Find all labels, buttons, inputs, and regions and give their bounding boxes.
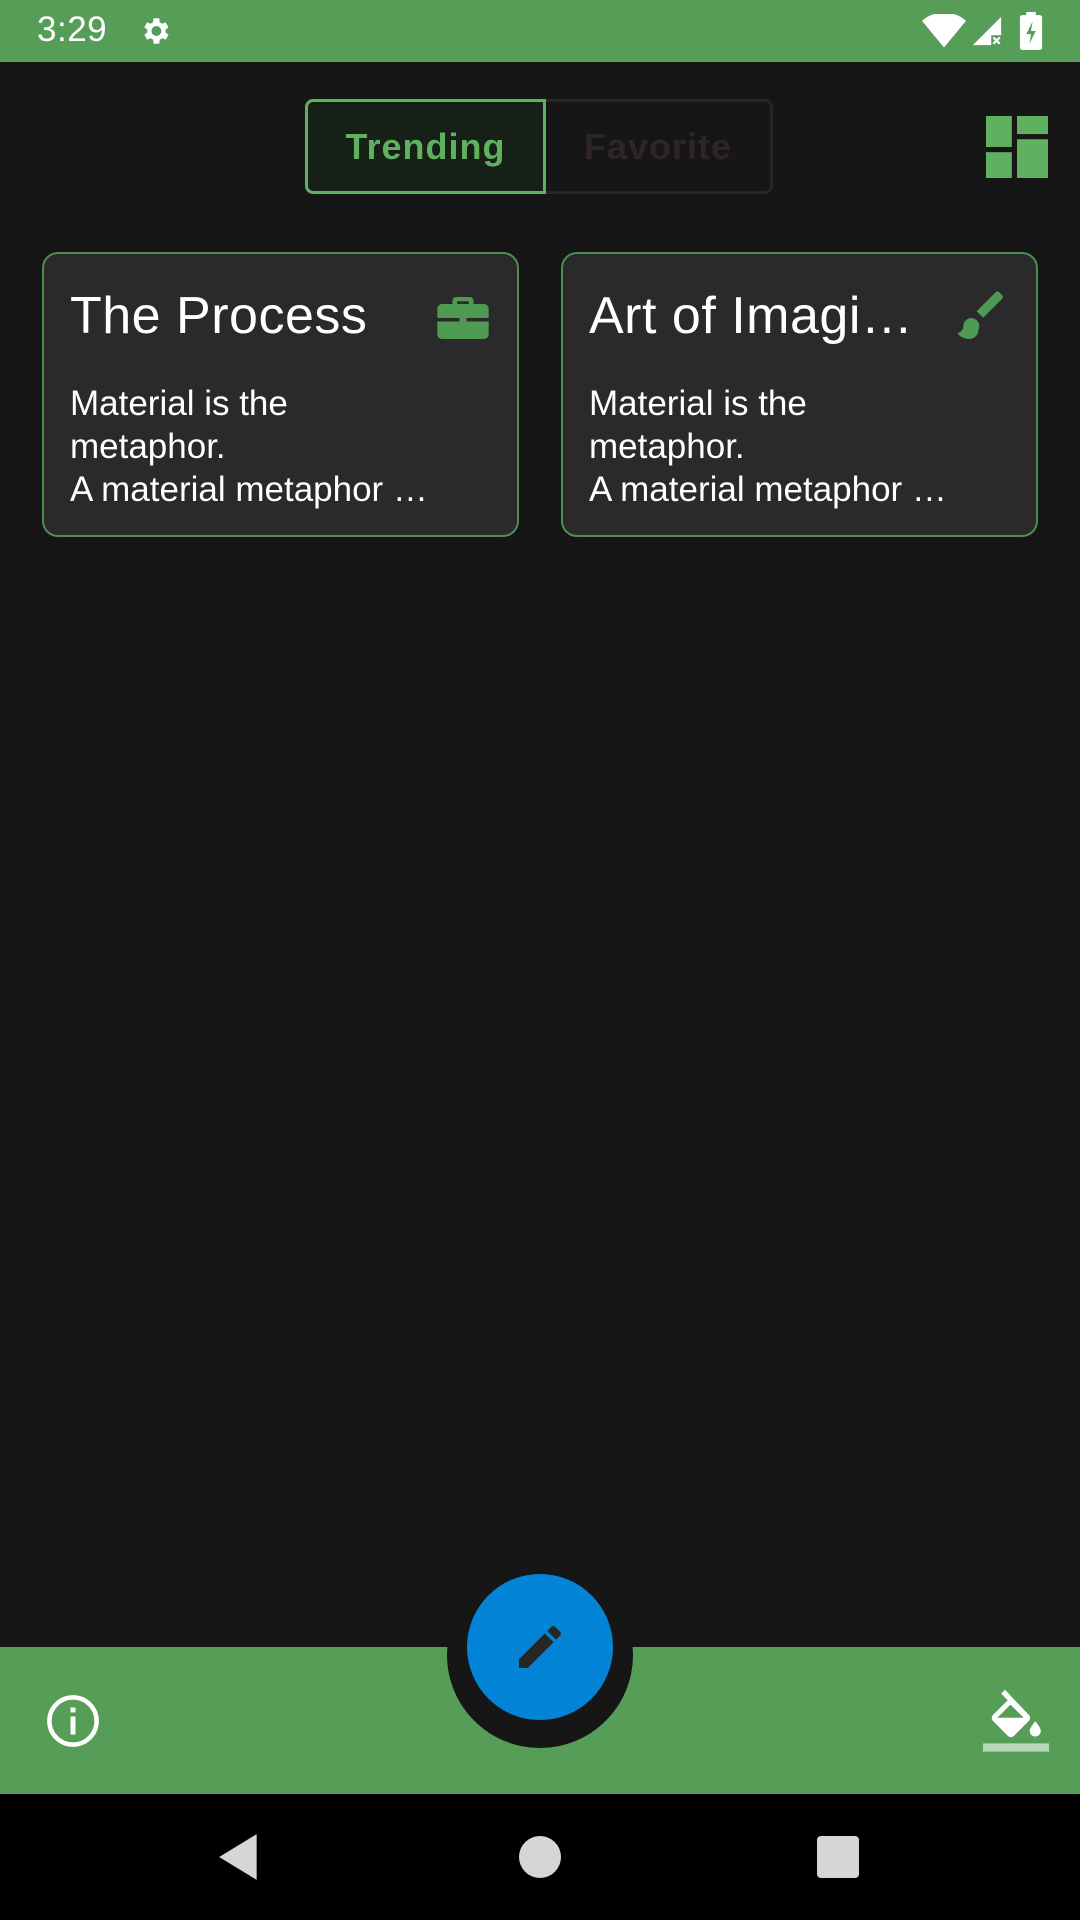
back-icon[interactable] <box>215 1832 265 1882</box>
dashboard-layout-icon[interactable] <box>986 116 1048 178</box>
note-card[interactable]: Art of Imagi… Material is the metaphor. … <box>561 252 1038 537</box>
signal-icon <box>972 16 1003 47</box>
compose-fab[interactable] <box>467 1574 613 1720</box>
card-text: Material is the metaphor. A material met… <box>589 384 947 509</box>
card-title: Art of Imagi… <box>589 287 914 345</box>
gear-icon <box>144 18 169 44</box>
card-text: Material is the metaphor. A material met… <box>70 384 428 509</box>
recents-icon[interactable] <box>817 1836 859 1878</box>
info-icon[interactable] <box>46 1694 100 1748</box>
card-title: The Process <box>70 287 368 345</box>
battery-icon <box>1019 12 1043 50</box>
paint-bucket-icon[interactable] <box>983 1687 1049 1753</box>
tab-favorite[interactable]: Favorite <box>546 99 773 194</box>
status-time: 3:29 <box>37 10 108 49</box>
brush-icon <box>957 291 1003 339</box>
tab-trending[interactable]: Trending <box>305 99 546 194</box>
pencil-icon <box>519 1625 561 1668</box>
home-icon[interactable] <box>519 1836 561 1878</box>
status-bar: 3:29 <box>0 0 1080 62</box>
briefcase-icon <box>437 297 489 339</box>
wifi-icon <box>922 14 966 48</box>
note-card[interactable]: The Process Material is the metaphor. A … <box>42 252 519 537</box>
tab-toggle-group: Trending Favorite <box>305 99 773 194</box>
